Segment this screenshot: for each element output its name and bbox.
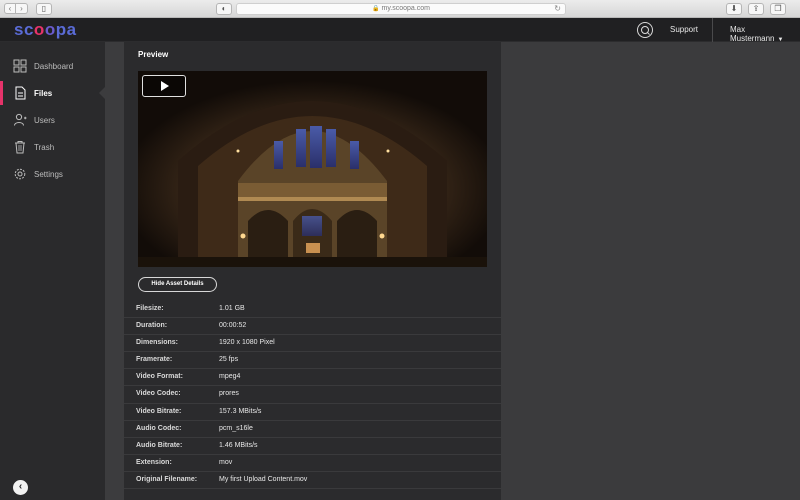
detail-row: Audio Codec: pcm_s16le [124, 421, 501, 438]
trash-icon [15, 141, 25, 154]
detail-key: Audio Codec: [136, 424, 182, 432]
asset-details-table: Filesize: 1.01 GB Duration: 00:00:52 Dimen… [124, 301, 501, 490]
detail-value: 1920 x 1080 Pixel [219, 339, 275, 347]
detail-value: 157.3 MBits/s [219, 407, 262, 415]
detail-row: Original Filename: My first Upload Conten… [124, 472, 501, 490]
panel-title: Preview [138, 50, 169, 59]
sidebar-item-dashboard[interactable]: Dashboard [0, 54, 105, 78]
sidebar-item-label: Settings [34, 169, 63, 179]
detail-row: Video Codec: prores [124, 386, 501, 404]
sidebar-item-label: Trash [34, 142, 55, 152]
gear-icon [14, 168, 26, 180]
browser-toolbar: ‹ › ▯ ◐ 🔒 my.scoopa.com ↻ ⬇ ⇪ ❐ [0, 0, 800, 18]
logo-part: sc [14, 20, 34, 39]
detail-value: 25 fps [219, 356, 239, 364]
video-frame-image [138, 71, 487, 267]
detail-key: Video Codec: [136, 390, 181, 398]
detail-row: Duration: 00:00:52 [124, 318, 501, 336]
users-icon [14, 113, 27, 126]
user-name: Max Mustermann [730, 25, 775, 43]
scoopa-logo[interactable]: scoopa [14, 20, 77, 40]
empty-content-area [501, 42, 800, 500]
detail-key: Filesize: [136, 305, 164, 312]
asset-panel: Preview Hide Asset Details Filesize: 1.0… [124, 42, 501, 500]
detail-row: Framerate: 25 fps [124, 352, 501, 370]
detail-row: Video Bitrate: 157.3 MBits/s [124, 404, 501, 421]
reload-icon[interactable]: ↻ [554, 4, 561, 14]
download-icon[interactable]: ⬇ [726, 3, 742, 15]
logo-part: o [44, 20, 56, 39]
detail-row: Filesize: 1.01 GB [124, 301, 501, 319]
detail-value: My first Upload Content.mov [219, 475, 308, 483]
share-icon[interactable]: ⇪ [748, 3, 764, 15]
detail-key: Video Format: [136, 373, 183, 381]
detail-row: Dimensions: 1920 x 1080 Pixel [124, 335, 501, 353]
detail-key: Audio Bitrate: [136, 441, 183, 449]
hide-asset-details-button[interactable]: Hide Asset Details [138, 277, 217, 292]
app-header: scoopa Support Max Mustermann ▼ [0, 18, 800, 43]
grid-icon [13, 59, 27, 73]
play-button[interactable] [142, 75, 186, 97]
header-divider [712, 18, 713, 42]
detail-key: Framerate: [136, 356, 173, 364]
detail-value: pcm_s16le [219, 424, 253, 432]
tabs-icon[interactable]: ❐ [770, 3, 786, 15]
sidebar-item-label: Dashboard [34, 61, 74, 71]
chevron-left-icon: ‹ [18, 481, 23, 492]
address-bar[interactable]: 🔒 my.scoopa.com ↻ [236, 3, 566, 15]
sidebar-toggle-icon[interactable]: ▯ [36, 3, 52, 15]
lock-icon: 🔒 [372, 6, 380, 12]
video-preview[interactable] [138, 71, 487, 267]
sidebar-item-files[interactable]: Files [0, 81, 105, 105]
forward-button[interactable]: › [16, 3, 28, 14]
logo-part: pa [55, 20, 77, 39]
user-menu[interactable]: Max Mustermann ▼ [730, 25, 800, 43]
detail-key: Video Bitrate: [136, 407, 182, 415]
detail-row: Audio Bitrate: 1.46 MBits/s [124, 438, 501, 455]
detail-row: Video Format: mpeg4 [124, 369, 501, 387]
sidebar-item-users[interactable]: Users [0, 108, 105, 132]
sidebar-item-label: Files [34, 88, 53, 98]
logo-part: o [33, 20, 45, 39]
browser-nav: ‹ › [4, 3, 28, 14]
detail-key: Dimensions: [136, 339, 179, 347]
back-button[interactable]: ‹ [4, 3, 16, 14]
detail-key: Original Filename: [136, 475, 198, 483]
sidebar-item-settings[interactable]: Settings [0, 162, 105, 186]
sidebar-item-label: Users [34, 115, 55, 125]
url-text: my.scoopa.com [381, 5, 430, 12]
support-link[interactable]: Support [670, 25, 698, 34]
reader-icon[interactable]: ◐ [216, 3, 232, 15]
content-gutter [105, 42, 124, 500]
detail-key: Extension: [136, 458, 172, 466]
detail-value: 00:00:52 [219, 322, 247, 330]
detail-row: Extension: mov [124, 455, 501, 472]
detail-value: mov [219, 458, 233, 466]
detail-key: Duration: [136, 322, 168, 330]
collapse-sidebar-button[interactable]: ‹ [13, 480, 28, 495]
detail-value: 1.01 GB [219, 305, 245, 312]
detail-value: prores [219, 390, 239, 398]
active-indicator [0, 81, 3, 105]
file-icon [15, 86, 26, 100]
detail-value: 1.46 MBits/s [219, 441, 258, 449]
search-icon[interactable] [637, 22, 653, 38]
detail-value: mpeg4 [219, 373, 241, 381]
sidebar: Dashboard Files Users Trash Settings ‹ [0, 42, 105, 500]
sidebar-item-trash[interactable]: Trash [0, 135, 105, 159]
